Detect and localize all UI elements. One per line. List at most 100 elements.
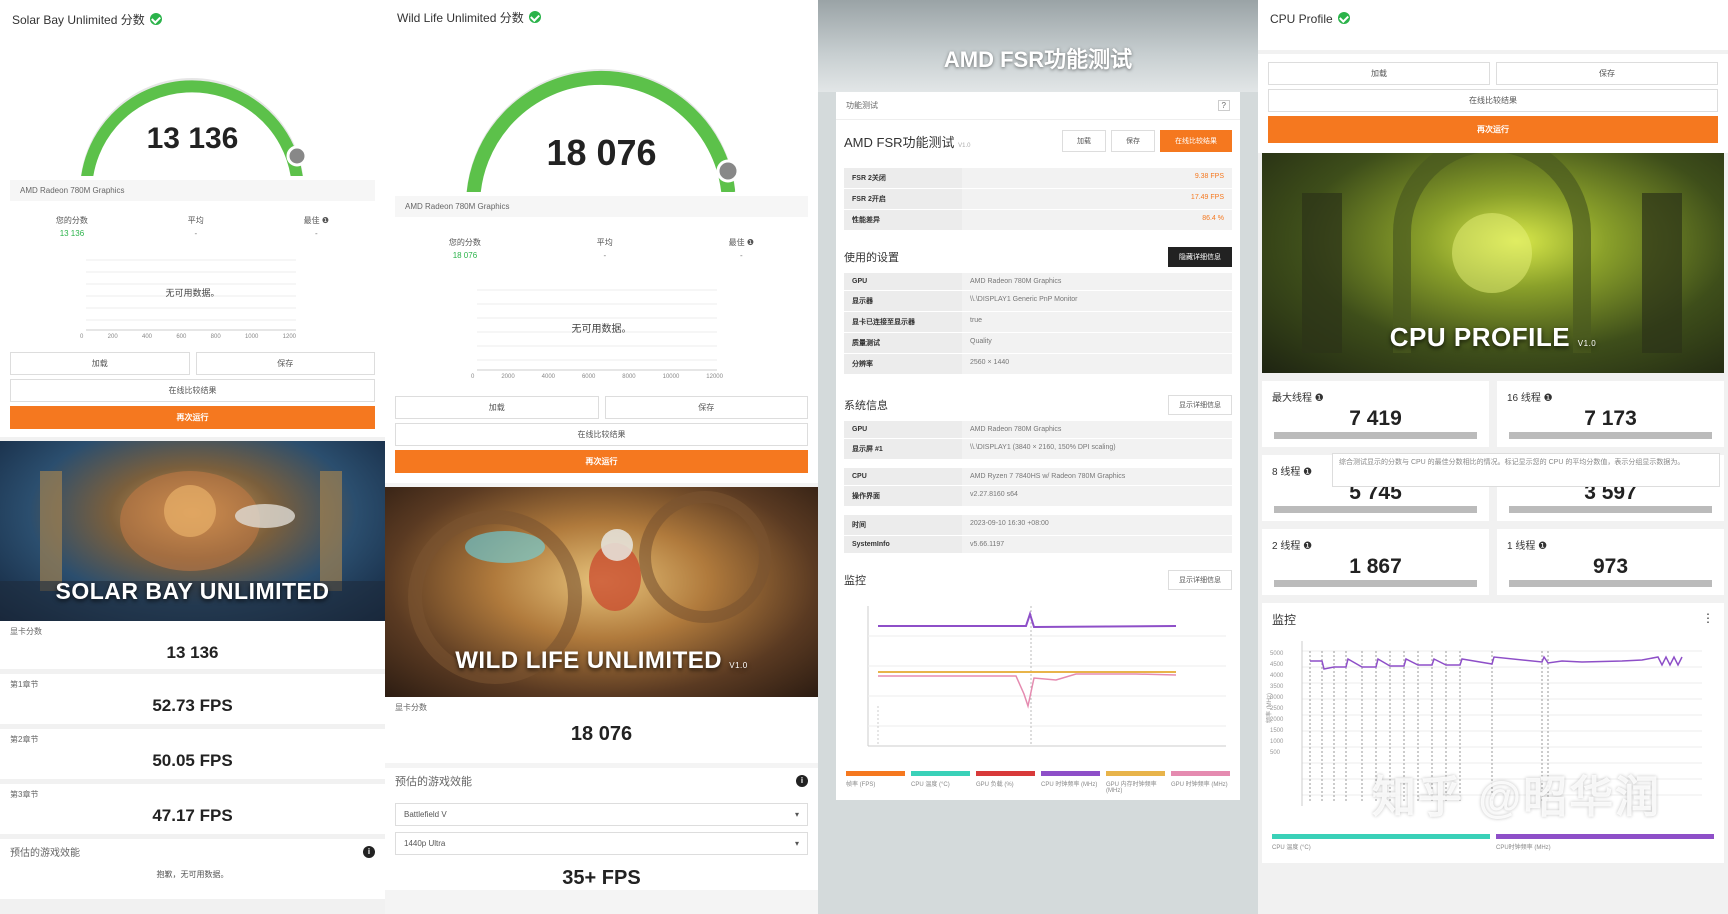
save-button[interactable]: 保存 <box>604 396 808 419</box>
sysinfo-row: 显示屏 #1 \\.\DISPLAY1 (3840 × 2160, 150% DP… <box>844 439 1232 460</box>
cpu-profile-panel: CPU Profile 加载 保存 在线比较结果 再次运行 CPU PROFIL… <box>1258 0 1728 914</box>
thread-score-card: 最大线程 ❶ 7 419 <box>1262 381 1489 447</box>
result-value: 17.49 FPS <box>1190 194 1224 201</box>
setting-key: 分辨率 <box>844 354 962 374</box>
setting-row: 显卡已连接至显示器 true <box>844 312 1232 333</box>
chevron-down-icon: ▾ <box>794 839 799 848</box>
axis-tick: 2000 <box>501 374 515 380</box>
save-button[interactable]: 保存 <box>1496 62 1718 85</box>
game-select[interactable]: Battlefield V ▾ <box>395 803 808 826</box>
monitor-label: 监控 <box>844 575 866 587</box>
legend-label: CPU 温度 (°C) <box>911 782 950 788</box>
setting-value: \\.\DISPLAY1 Generic PnP Monitor <box>970 296 1078 303</box>
score-bar <box>1274 506 1477 513</box>
solar-bay-panel: Solar Bay Unlimited 分数 13 136 AMD Radeon… <box>0 0 385 914</box>
more-menu-icon[interactable]: ⋮ <box>1702 611 1714 628</box>
legend-item: CPU 温度 (°C) <box>911 771 970 794</box>
load-button[interactable]: 加载 <box>395 396 599 419</box>
best-label: 最佳 ❶ <box>303 216 330 225</box>
show-details-button[interactable]: 显示详细信息 <box>1168 570 1232 590</box>
thread-score-card: 2 线程 ❶ 1 867 <box>1262 529 1489 595</box>
axis-tick: 6000 <box>581 374 596 380</box>
y-tick: 1000 <box>1270 739 1284 745</box>
axis-tick: 200 <box>107 334 118 340</box>
axis-tick: 4000 <box>541 374 555 380</box>
sysinfo-row: CPU AMD Ryzen 7 7840HS w/ Radeon 780M Gra… <box>844 468 1232 486</box>
compare-online-button[interactable]: 在线比较结果 <box>395 423 808 446</box>
result-value: 13 136 <box>166 643 219 662</box>
save-button[interactable]: 保存 <box>195 352 375 375</box>
run-again-button[interactable]: 再次运行 <box>1268 116 1718 143</box>
panel-title: CPU Profile <box>1270 12 1333 26</box>
info-icon[interactable]: i <box>363 845 375 858</box>
result-row: 性能差异 86.4 % <box>844 210 1232 231</box>
help-icon[interactable]: ? <box>1217 100 1230 111</box>
score-bar <box>1509 506 1712 513</box>
y-tick: 5000 <box>1270 651 1284 657</box>
your-score-label: 您的分数 <box>448 238 481 247</box>
score-bar <box>1274 580 1477 587</box>
sysinfo-value: v2.27.8160 s64 <box>970 491 1018 498</box>
run-again-button[interactable]: 再次运行 <box>10 406 375 429</box>
save-button[interactable]: 保存 <box>1111 130 1155 152</box>
panel-title: Wild Life Unlimited 分数 <box>397 10 524 25</box>
settings-label: 使用的设置 <box>844 252 899 264</box>
monitor-card: 监控 ⋮ 5000 4500 4000 3500 3000 2500 2000 1500 100… <box>1262 603 1724 863</box>
sysinfo-section-header: 系统信息 显示详细信息 <box>836 387 1240 421</box>
watermark: 知乎 @昭华润 <box>1372 773 1662 822</box>
thread-score-card: 16 线程 ❶ 7 173 <box>1497 381 1724 447</box>
load-button[interactable]: 加载 <box>1062 130 1106 152</box>
run-again-button[interactable]: 再次运行 <box>395 450 808 473</box>
estimate-text: 抱歉，无可用数据。 <box>156 870 229 879</box>
axis-ticks: 0 200 400 600 800 1000 1200 <box>80 334 296 340</box>
sysinfo-key: 显示屏 #1 <box>844 439 962 459</box>
score-stats: 您的分数 13 136 平均 - 最佳 ❶ - <box>0 207 385 246</box>
benchmark-banner: WILD LIFE UNLIMITED V1.0 <box>385 487 818 697</box>
sysinfo-key: 操作界面 <box>844 486 962 506</box>
device-name: AMD Radeon 780M Graphics <box>395 196 808 217</box>
score-bar <box>1509 580 1712 587</box>
info-icon[interactable]: i <box>796 775 808 787</box>
legend-label: CPU 时钟频率 (MHz) <box>1041 782 1098 788</box>
hide-details-button[interactable]: 隐藏详细信息 <box>1168 247 1232 267</box>
best-value: - <box>740 251 743 260</box>
no-data-text: 无可用数据。 <box>165 288 220 298</box>
show-details-button[interactable]: 显示详细信息 <box>1168 395 1232 415</box>
fsr-header-title: AMD FSR功能测试 <box>943 47 1133 72</box>
score-gauge: 18 076 <box>385 34 818 192</box>
check-icon <box>149 13 162 25</box>
compare-online-button[interactable]: 在线比较结果 <box>10 379 375 402</box>
tab-feature-test[interactable]: 功能测试 <box>846 100 878 111</box>
result-row: 显卡分数 18 076 <box>385 697 818 763</box>
avg-value: - <box>194 229 198 238</box>
axis-tick: 800 <box>210 334 221 340</box>
result-value: 50.05 FPS <box>152 751 233 770</box>
setting-key: 质量测试 <box>844 333 962 353</box>
compare-online-button[interactable]: 在线比较结果 <box>1160 130 1232 152</box>
sysinfo-label: 系统信息 <box>844 400 888 412</box>
banner-title: WILD LIFE UNLIMITED V1.0 <box>385 647 818 675</box>
sysinfo-row: 时间 2023-09-10 16:30 +08:00 <box>844 515 1232 536</box>
monitor-section-header: 监控 显示详细信息 <box>836 562 1240 596</box>
load-button[interactable]: 加载 <box>10 352 190 375</box>
result-value: 47.17 FPS <box>152 806 233 825</box>
monitor-legend: 帧率 (FPS) CPU 温度 (°C) GPU 负载 (%) CPU 时钟频率… <box>836 771 1240 794</box>
compare-online-button[interactable]: 在线比较结果 <box>1268 89 1718 112</box>
result-row: 第1章节 52.73 FPS <box>0 674 385 724</box>
distribution-chart: 无可用数据。 0 200 400 600 800 1000 1200 <box>0 246 385 346</box>
load-button[interactable]: 加载 <box>1268 62 1490 85</box>
sysinfo-value: \\.\DISPLAY1 (3840 × 2160, 150% DPI scal… <box>970 444 1116 451</box>
best-value: - <box>315 229 318 238</box>
thread-score: 973 <box>1592 555 1629 578</box>
result-row: 第3章节 47.17 FPS <box>0 784 385 834</box>
banner-title-text: WILD LIFE UNLIMITED <box>455 647 723 674</box>
result-key: FSR 2关闭 <box>844 168 962 188</box>
fps-estimate: 35+ FPS <box>562 867 641 889</box>
axis-tick: 0 <box>80 334 84 340</box>
sysinfo-key: CPU <box>844 468 962 485</box>
panel-title: Solar Bay Unlimited 分数 <box>12 12 145 27</box>
monitor-legend: CPU 温度 (°C) CPU时钟频率 (MHz) <box>1272 834 1714 851</box>
result-value: 86.4 % <box>1202 215 1224 222</box>
sysinfo-value: AMD Radeon 780M Graphics <box>970 426 1062 433</box>
preset-select[interactable]: 1440p Ultra ▾ <box>395 832 808 855</box>
